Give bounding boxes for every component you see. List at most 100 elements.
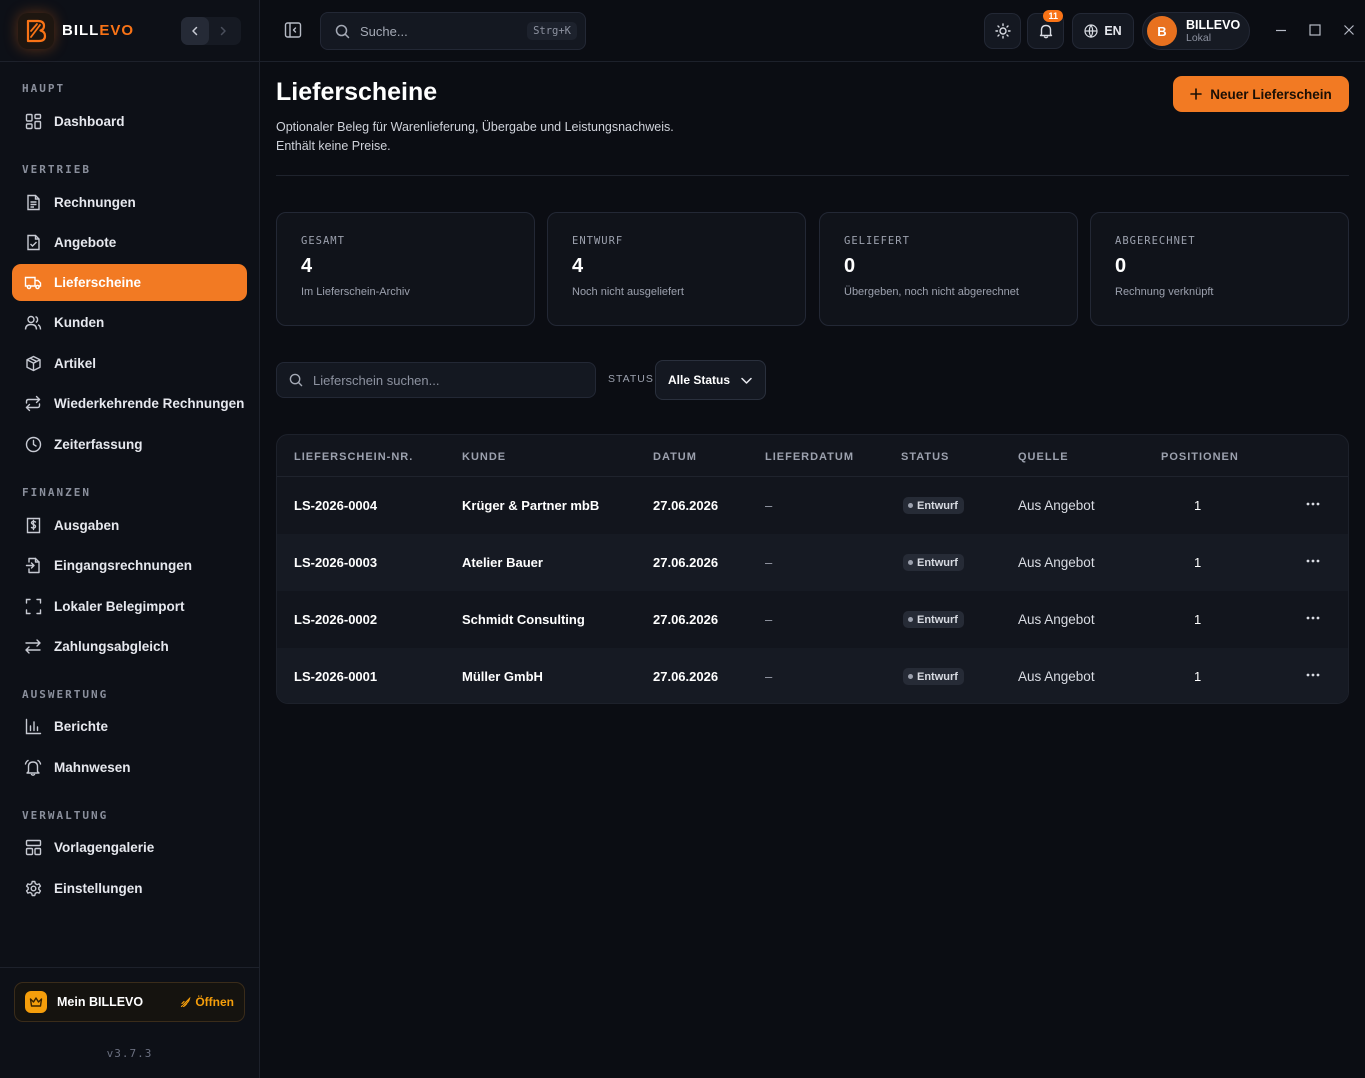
stat-value: 0 (844, 255, 856, 277)
cell-date: 27.06.2026 (653, 498, 719, 513)
notifications-button[interactable]: 11 (1027, 10, 1064, 49)
close-button[interactable] (1343, 24, 1355, 36)
section-auswertung: AUSWERTUNG (22, 688, 109, 701)
column-header[interactable]: POSITIONEN (1161, 451, 1239, 463)
sidebar-item-label: Angebote (54, 235, 117, 250)
sidebar-item-label: Lieferscheine (54, 275, 142, 290)
stat-subtitle: Rechnung verknüpft (1115, 286, 1214, 298)
box-icon (24, 355, 42, 373)
row-actions-button[interactable] (1306, 616, 1320, 620)
column-header[interactable]: LIEFERSCHEIN-NR. (294, 451, 413, 463)
more-icon (1306, 559, 1320, 563)
cell-positions: 1 (1194, 498, 1202, 513)
row-actions-button[interactable] (1306, 559, 1320, 563)
stat-subtitle: Noch nicht ausgeliefert (572, 286, 684, 298)
forward-button[interactable] (209, 17, 237, 45)
table-row[interactable]: LS-2026-0004 Krüger & Partner mbB 27.06.… (277, 477, 1348, 534)
status-badge: Entwurf (903, 554, 964, 571)
language-button[interactable]: EN (1072, 13, 1134, 49)
my-billevo-card[interactable]: Mein BILLEVO Öffnen (14, 982, 245, 1022)
cell-customer: Atelier Bauer (462, 555, 543, 570)
sidebar-item-vorlagengalerie[interactable]: Vorlagengalerie (12, 829, 247, 866)
description-line: Enthält keine Preise. (276, 139, 391, 153)
sidebar-item-label: Kunden (54, 315, 105, 330)
bell-icon (24, 759, 42, 777)
brand-header: BILLEVO (0, 0, 259, 62)
cell-delivery-date: – (765, 498, 773, 513)
sidebar-item-lieferscheine[interactable]: Lieferscheine (12, 264, 247, 301)
user-mode: Lokal (1186, 32, 1212, 44)
cell-delivery-date: – (765, 612, 773, 627)
cell-positions: 1 (1194, 612, 1202, 627)
sidebar-item-lokaler-belegimport[interactable]: Lokaler Belegimport (12, 588, 247, 625)
sidebar-item-kunden[interactable]: Kunden (12, 304, 247, 341)
sidebar-item-wiederkehrende-rechnungen[interactable]: Wiederkehrende Rechnungen (12, 385, 247, 422)
row-actions-button[interactable] (1306, 502, 1320, 506)
gear-icon (24, 880, 42, 898)
cell-number: LS-2026-0004 (294, 498, 378, 513)
bell-icon (1039, 24, 1052, 39)
sidebar-item-berichte[interactable]: Berichte (12, 708, 247, 745)
column-header[interactable]: STATUS (901, 451, 949, 463)
table-row[interactable]: LS-2026-0001 Müller GmbH 27.06.2026 – En… (277, 648, 1348, 703)
status-filter-select[interactable]: Alle Status (655, 360, 766, 400)
users-icon (24, 314, 42, 332)
sidebar-item-dashboard[interactable]: Dashboard (12, 103, 247, 140)
stat-key: ABGERECHNET (1115, 235, 1196, 247)
sidebar: BILLEVO HAUPT Dashboard VERTRIEB Rechnun… (0, 0, 260, 1078)
scan-icon (24, 598, 42, 616)
cell-date: 27.06.2026 (653, 555, 719, 570)
column-header[interactable]: LIEFERDATUM (765, 451, 854, 463)
avatar: B (1147, 16, 1177, 46)
sidebar-item-mahnwesen[interactable]: Mahnwesen (12, 749, 247, 786)
sidebar-item-ausgaben[interactable]: Ausgaben (12, 507, 247, 544)
sidebar-item-label: Wiederkehrende Rechnungen (54, 396, 245, 411)
search-icon (289, 373, 303, 387)
sidebar-item-rechnungen[interactable]: Rechnungen (12, 184, 247, 221)
column-header[interactable]: DATUM (653, 451, 697, 463)
status-badge: Entwurf (903, 668, 964, 685)
back-button[interactable] (181, 17, 209, 45)
sidebar-item-artikel[interactable]: Artikel (12, 345, 247, 382)
stat-value: 4 (301, 255, 313, 277)
search-shortcut: Strg+K (527, 22, 577, 40)
cell-customer: Müller GmbH (462, 669, 543, 684)
open-button[interactable]: Öffnen (180, 995, 234, 1009)
sidebar-item-label: Artikel (54, 356, 97, 371)
new-delivery-note-button[interactable]: Neuer Lieferschein (1173, 76, 1349, 112)
row-actions-button[interactable] (1306, 673, 1320, 677)
sidebar-toggle-icon (284, 22, 302, 38)
delivery-note-search-input[interactable]: Lieferschein suchen... (276, 362, 596, 398)
sidebar-item-angebote[interactable]: Angebote (12, 224, 247, 261)
cell-number: LS-2026-0002 (294, 612, 378, 627)
sidebar-item-zahlungsabgleich[interactable]: Zahlungsabgleich (12, 628, 247, 665)
global-search[interactable]: Suche... Strg+K (320, 12, 586, 50)
crown-icon (25, 991, 47, 1013)
dashboard-icon (24, 113, 42, 131)
user-menu[interactable]: B BILLEVO Lokal (1142, 12, 1250, 50)
table-row[interactable]: LS-2026-0003 Atelier Bauer 27.06.2026 – … (277, 534, 1348, 591)
sidebar-item-eingangsrechnungen[interactable]: Eingangsrechnungen (12, 547, 247, 584)
sidebar-item-einstellungen[interactable]: Einstellungen (12, 870, 247, 907)
chevron-down-icon (741, 377, 752, 384)
search-placeholder: Suche... (360, 23, 408, 39)
sidebar-toggle-button[interactable] (284, 21, 302, 39)
sidebar-item-label: Dashboard (54, 114, 125, 129)
maximize-icon (1309, 24, 1321, 36)
chart-icon (24, 718, 42, 736)
section-vertrieb: VERTRIEB (22, 163, 91, 176)
page-title: Lieferscheine (276, 78, 438, 106)
table-row[interactable]: LS-2026-0002 Schmidt Consulting 27.06.20… (277, 591, 1348, 648)
billevo-logo[interactable] (18, 13, 54, 49)
maximize-button[interactable] (1309, 24, 1321, 36)
invoice-icon (24, 194, 42, 212)
cell-date: 27.06.2026 (653, 612, 719, 627)
column-header[interactable]: KUNDE (462, 451, 506, 463)
theme-toggle-button[interactable] (984, 13, 1021, 49)
status-filter-label: STATUS (608, 373, 654, 385)
sidebar-item-zeiterfassung[interactable]: Zeiterfassung (12, 426, 247, 463)
column-header[interactable]: QUELLE (1018, 451, 1069, 463)
minimize-button[interactable] (1275, 24, 1287, 36)
header-divider (276, 175, 1349, 176)
search-icon (335, 24, 350, 38)
